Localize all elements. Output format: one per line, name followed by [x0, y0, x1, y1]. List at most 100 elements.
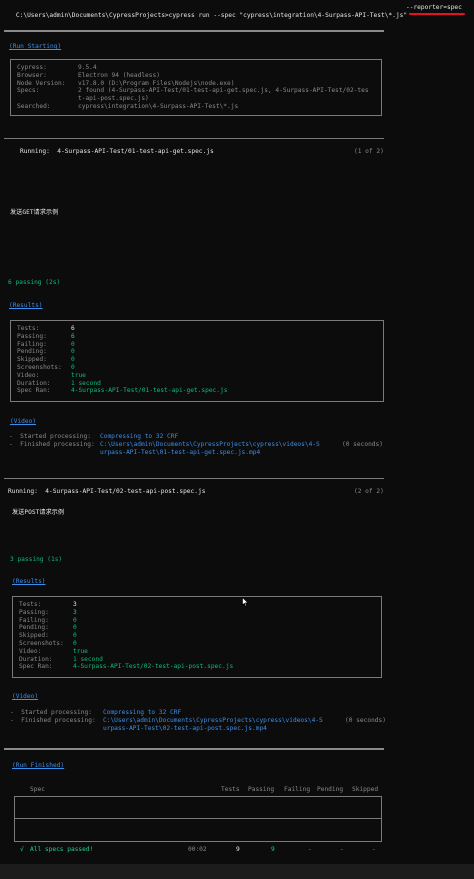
summary-label: All specs passed!: [30, 846, 94, 853]
spec1-result-value: true: [71, 371, 86, 379]
spec2-finished-label: - Finished processing:: [10, 717, 96, 724]
spec1-running: Running: 4-Surpass-API-Test/01-test-api-…: [20, 148, 214, 155]
summary-check: √: [20, 846, 24, 853]
spec2-result-value: 0: [73, 624, 77, 632]
run-starting-value: t-api-post.spec.js): [78, 95, 149, 103]
spec2-result-label: Tests:: [19, 601, 42, 608]
spec2-counter: (2 of 2): [354, 488, 384, 495]
mouse-cursor-icon: [242, 597, 249, 607]
summary-failing: -: [308, 846, 312, 853]
col-header-pending: Pending: [317, 786, 344, 793]
run-finished-table: [14, 796, 382, 842]
spec1-result-label: Pending:: [17, 348, 47, 356]
spec2-result-label: Passing:: [19, 608, 49, 616]
spec1-result-value: 4-Surpass-API-Test/01-test-api-get.spec.…: [71, 387, 228, 395]
spec1-finished-path-2: urpass-API-Test\01-test-api-get.spec.js.…: [100, 449, 261, 456]
separator-top: [4, 30, 384, 32]
run-starting-label: Node Version:: [17, 79, 66, 87]
spec2-result-value: 3: [73, 601, 77, 608]
spec1-finished-time: (0 seconds): [342, 441, 383, 448]
spec1-suite-title: 发送GET请求示例: [10, 209, 59, 216]
spec1-results-heading: (Results): [9, 302, 43, 309]
run-starting-value: Electron 94 (headless): [78, 71, 160, 79]
spec1-result-value: 0: [71, 364, 75, 371]
spec1-results-box: Tests: 6 Passing: 6 Failing: 0 Pending: 0 Skippe…: [10, 320, 384, 402]
spec1-result-label: Video:: [17, 371, 40, 379]
separator-run-finished: [4, 748, 384, 750]
command-line: C:\Users\admin\Documents\CypressProjects…: [1, 4, 407, 27]
run-starting-value: cypress\integration\4-Surpass-API-Test\*…: [78, 103, 239, 110]
spec2-running: Running: 4-Surpass-API-Test/02-test-api-…: [8, 488, 206, 495]
col-header-failing: Failing: [284, 786, 311, 793]
run-starting-label: Specs:: [17, 87, 40, 95]
spec1-started-value: Compressing to 32 CRF: [100, 433, 179, 440]
spec2-finished-path-2: urpass-API-Test\02-test-api-post.spec.js…: [103, 725, 267, 732]
run-starting-box: Cypress: 9.5.4 Browser: Electron 94 (headle…: [10, 59, 382, 116]
spec2-result-value: true: [73, 647, 88, 655]
separator-spec1: [4, 138, 384, 139]
spec1-result-value: 0: [71, 348, 75, 356]
run-finished-heading: (Run Finished): [12, 762, 65, 769]
table-row-divider: [15, 818, 381, 819]
spec2-result-label: Spec Ran:: [19, 663, 53, 671]
spec2-result-label: Video:: [19, 647, 42, 655]
col-header-tests: Tests: [221, 786, 240, 793]
spec2-result-label: Pending:: [19, 624, 49, 632]
command-prompt: C:\Users\admin\Documents\CypressProjects…: [15, 11, 408, 19]
col-header-skipped: Skipped: [352, 786, 379, 793]
spec1-result-value: 0: [71, 340, 75, 348]
spec1-result-label: Duration:: [17, 379, 51, 387]
spec2-results-heading: (Results): [12, 578, 46, 585]
spec2-result-label: Skipped:: [19, 632, 49, 640]
spec2-result-label: Duration:: [19, 655, 53, 663]
spec1-result-label: Skipped:: [17, 356, 47, 364]
spec2-result-value: 4-Surpass-API-Test/02-test-api-post.spec…: [73, 663, 234, 671]
run-starting-label: Browser:: [17, 71, 47, 79]
spec2-finished-time: (0 seconds): [345, 717, 386, 724]
spec2-started-label: - Started processing:: [10, 709, 92, 716]
spec2-finished-path-1: C:\Users\admin\Documents\CypressProjects…: [103, 717, 323, 724]
summary-tests: 9: [236, 846, 240, 853]
spec1-result-label: Spec Ran:: [17, 387, 51, 395]
spec1-counter: (1 of 2): [354, 148, 384, 155]
run-starting-label: Searched:: [17, 103, 51, 110]
spec2-passing: 3 passing (1s): [10, 556, 63, 563]
col-header-passing: Passing: [248, 786, 275, 793]
separator-spec2: [4, 478, 384, 479]
spec1-result-label: Tests:: [17, 325, 40, 332]
spec1-result-label: Passing:: [17, 332, 47, 340]
run-starting-value: v17.8.0 (D:\Program Files\Nodejs\node.ex…: [78, 79, 235, 87]
reporter-underline: [409, 13, 465, 15]
spec2-result-value: 1 second: [73, 655, 103, 663]
spec2-result-value: 0: [73, 640, 77, 647]
spec1-result-label: Screenshots:: [17, 364, 62, 371]
summary-passing: 9: [271, 846, 275, 853]
run-starting-heading: (Run Starting): [9, 43, 62, 50]
spec1-result-value: 6: [71, 332, 75, 340]
spec1-finished-label: - Finished processing:: [9, 441, 95, 448]
spec2-result-value: 0: [73, 632, 77, 640]
spec2-result-value: 3: [73, 608, 77, 616]
spec1-result-value: 1 second: [71, 379, 101, 387]
spec1-passing: 6 passing (2s): [8, 279, 61, 286]
col-header-spec: Spec: [30, 786, 45, 793]
spec1-video-heading: (Video): [10, 418, 37, 425]
spec1-finished-path-1: C:\Users\admin\Documents\CypressProjects…: [100, 441, 320, 448]
spec2-started-value: Compressing to 32 CRF: [103, 709, 182, 716]
spec2-result-label: Screenshots:: [19, 640, 64, 647]
spec1-result-value: 6: [71, 325, 75, 332]
spec2-video-heading: (Video): [12, 693, 39, 700]
spec2-result-label: Failing:: [19, 616, 49, 624]
spec2-result-value: 0: [73, 616, 77, 624]
run-starting-value: 9.5.4: [78, 64, 97, 71]
summary-pending: -: [340, 846, 344, 853]
spec1-result-label: Failing:: [17, 340, 47, 348]
run-starting-label: Cypress:: [17, 64, 47, 71]
summary-time: 00:02: [188, 846, 207, 853]
terminal-bottom-bar: [0, 864, 474, 879]
terminal-window[interactable]: C:\Users\admin\Documents\CypressProjects…: [0, 0, 474, 879]
summary-skipped: -: [372, 846, 376, 853]
spec1-result-value: 0: [71, 356, 75, 364]
spec2-suite-title: 发送POST请求示例: [12, 509, 65, 516]
spec2-results-box: Tests: 3 Passing: 3 Failing: 0 Pending: 0 Skippe…: [12, 596, 382, 678]
